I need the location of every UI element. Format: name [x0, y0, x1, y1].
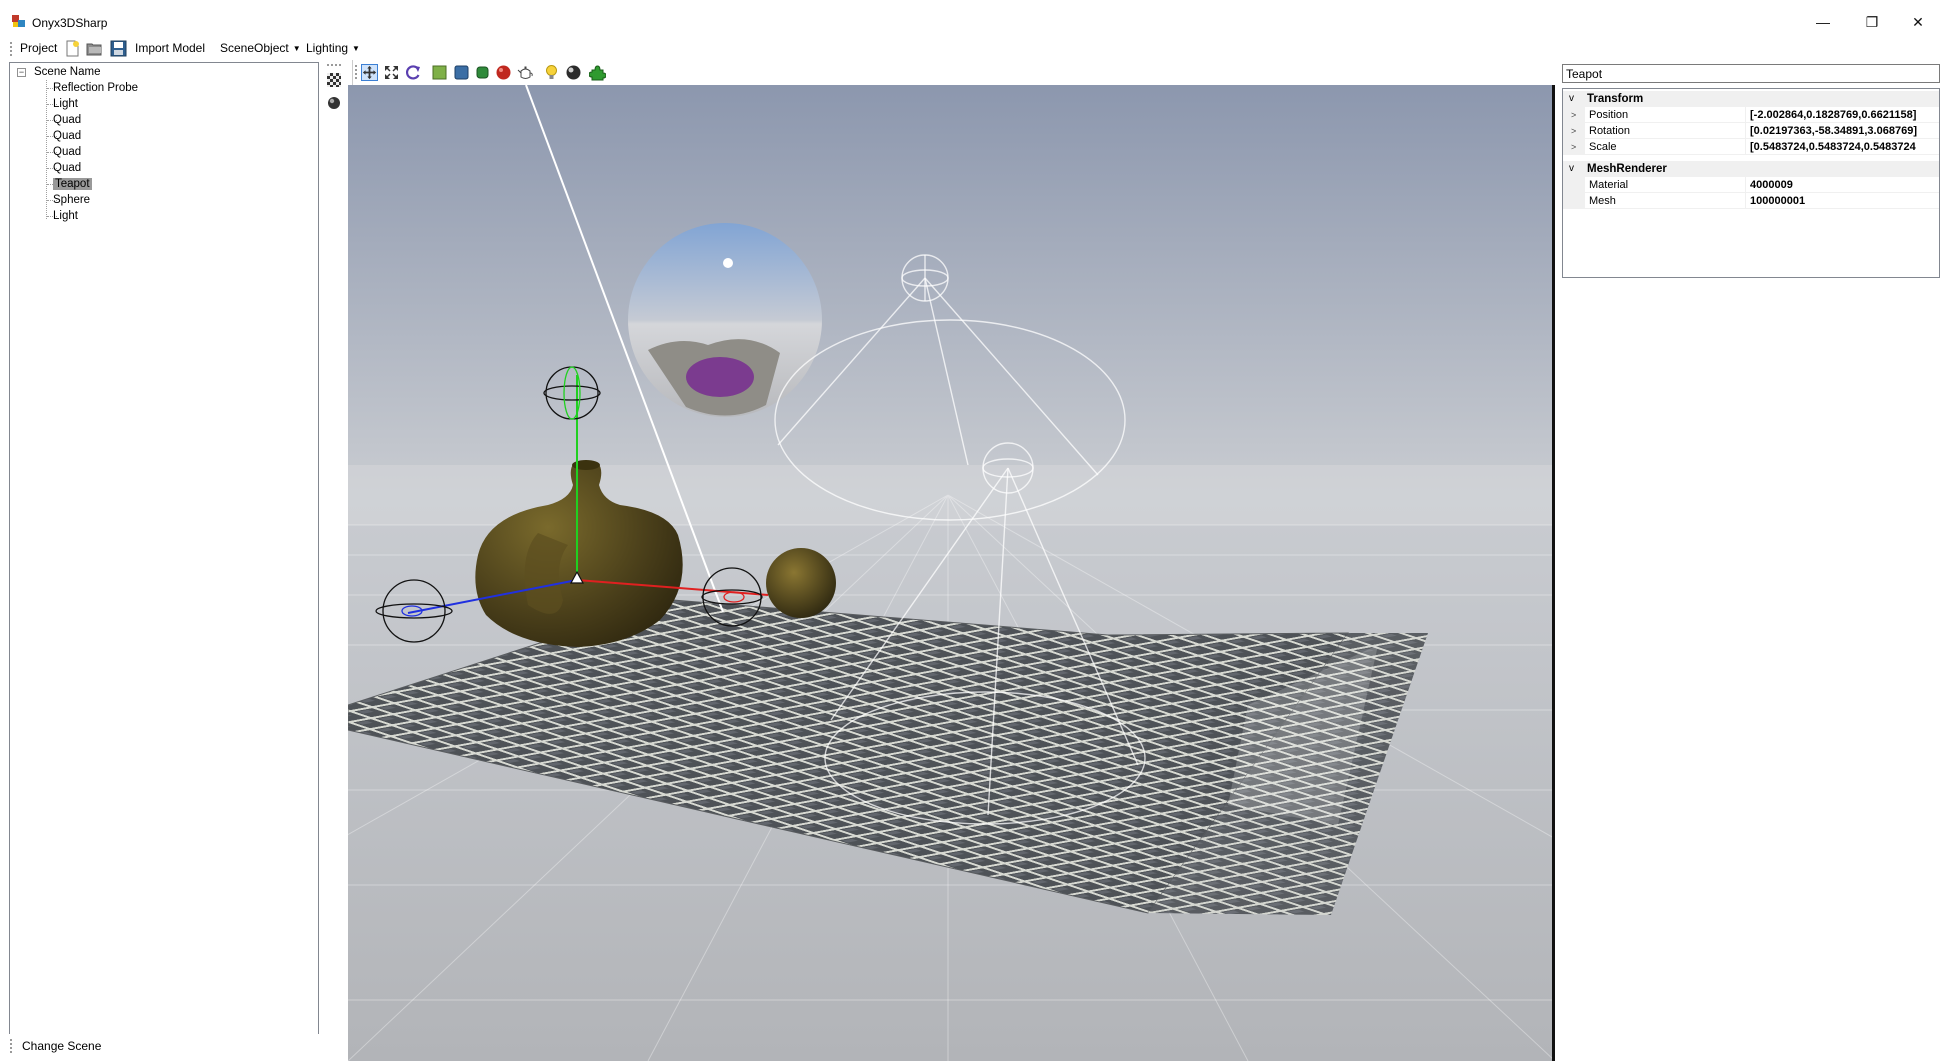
property-value[interactable]: 4000009	[1745, 177, 1939, 193]
category-label: Transform	[1587, 93, 1644, 105]
close-button[interactable]: ✕	[1895, 8, 1941, 36]
category-label: MeshRenderer	[1587, 163, 1667, 175]
tree-item[interactable]: Sphere	[53, 193, 90, 208]
property-value[interactable]: [-2.002864,0.1828769,0.6621158]	[1745, 107, 1939, 123]
property-grid[interactable]: v Transform > Position [-2.002864,0.1828769,…	[1562, 88, 1940, 278]
tree-guide	[46, 80, 47, 219]
material-sphere-icon[interactable]	[327, 96, 341, 110]
tree-item[interactable]: Light	[53, 97, 78, 112]
row-gutter	[1563, 177, 1585, 193]
viewport-toolbar	[352, 60, 1552, 85]
property-name: Position	[1589, 109, 1629, 121]
move-tool-icon[interactable]	[361, 64, 378, 81]
property-name: Rotation	[1589, 125, 1630, 137]
3d-viewport[interactable]	[348, 85, 1555, 1061]
side-grip	[327, 64, 341, 67]
add-cube-icon[interactable]	[453, 64, 470, 81]
object-name-input[interactable]	[1562, 64, 1940, 83]
menu-bar: Project Import Model SceneObject ▼ Lighti…	[0, 38, 1944, 60]
save-icon[interactable]	[110, 40, 127, 57]
scene-tree[interactable]: − Scene Name Reflection Probe Light Quad Qu…	[9, 62, 319, 1036]
minimize-button[interactable]: —	[1800, 8, 1846, 36]
tree-item[interactable]: Quad	[53, 129, 81, 144]
tree-root[interactable]: Scene Name	[34, 65, 100, 80]
chevron-down-icon[interactable]: v	[1569, 91, 1574, 107]
tree-item[interactable]: Quad	[53, 161, 81, 176]
property-name: Material	[1589, 179, 1629, 191]
status-grip	[10, 1039, 13, 1053]
app-icon	[12, 15, 25, 28]
category-meshrenderer[interactable]: v MeshRenderer	[1563, 161, 1939, 177]
tree-item[interactable]: Quad	[53, 145, 81, 160]
menu-project[interactable]: Project	[20, 41, 57, 55]
open-folder-icon[interactable]	[86, 40, 103, 57]
texture-icon[interactable]	[327, 73, 341, 87]
row-gutter	[1563, 193, 1585, 209]
chevron-right-icon[interactable]: >	[1571, 107, 1576, 123]
category-transform[interactable]: v Transform	[1563, 91, 1939, 107]
toolbar-grip[interactable]	[10, 42, 13, 56]
add-sphere-icon[interactable]	[495, 64, 512, 81]
menu-import-model[interactable]: Import Model	[135, 41, 205, 55]
chevron-right-icon[interactable]: >	[1571, 123, 1576, 139]
scene-render[interactable]	[348, 85, 1555, 1061]
inspector-panel: v Transform > Position [-2.002864,0.1828769,…	[1560, 62, 1940, 1058]
add-quad-icon[interactable]	[431, 64, 448, 81]
add-reflection-probe-icon[interactable]	[565, 64, 582, 81]
add-teapot-icon[interactable]	[517, 64, 534, 81]
property-name: Mesh	[1589, 195, 1616, 207]
tree-item[interactable]: Teapot	[53, 177, 92, 192]
property-value[interactable]: [0.02197363,-58.34891,3.068769]	[1745, 123, 1939, 139]
tree-item[interactable]: Quad	[53, 113, 81, 128]
restore-button[interactable]: ❐	[1849, 8, 1895, 36]
change-scene-button[interactable]: Change Scene	[22, 1039, 101, 1053]
chevron-down-icon[interactable]: v	[1569, 161, 1574, 177]
add-component-icon[interactable]	[589, 64, 606, 81]
chevron-right-icon[interactable]: >	[1571, 139, 1576, 155]
tree-item[interactable]: Reflection Probe	[53, 81, 138, 96]
viewport-grip	[355, 65, 358, 79]
add-cylinder-icon[interactable]	[474, 64, 491, 81]
property-row[interactable]: Material 4000009	[1563, 177, 1939, 193]
menu-lighting[interactable]: Lighting ▼	[306, 41, 360, 55]
property-row[interactable]: > Position [-2.002864,0.1828769,0.6621158]	[1563, 107, 1939, 123]
rotate-tool-icon[interactable]	[405, 64, 422, 81]
property-value[interactable]: 100000001	[1745, 193, 1939, 209]
new-file-icon[interactable]	[64, 40, 81, 57]
property-name: Scale	[1589, 141, 1617, 153]
property-row[interactable]: > Scale [0.5483724,0.5483724,0.5483724	[1563, 139, 1939, 155]
tree-collapse-icon[interactable]: −	[17, 68, 26, 77]
add-light-icon[interactable]	[543, 64, 560, 81]
tree-item[interactable]: Light	[53, 209, 78, 224]
property-row[interactable]: > Rotation [0.02197363,-58.34891,3.068769]	[1563, 123, 1939, 139]
menu-sceneobject[interactable]: SceneObject ▼	[220, 41, 301, 55]
property-value[interactable]: [0.5483724,0.5483724,0.5483724	[1745, 139, 1939, 155]
side-tool-strip	[321, 60, 347, 1060]
title-bar: Onyx3DSharp — ❐ ✕	[0, 0, 1944, 38]
scale-tool-icon[interactable]	[383, 64, 400, 81]
window-title: Onyx3DSharp	[32, 16, 108, 30]
property-row[interactable]: Mesh 100000001	[1563, 193, 1939, 209]
